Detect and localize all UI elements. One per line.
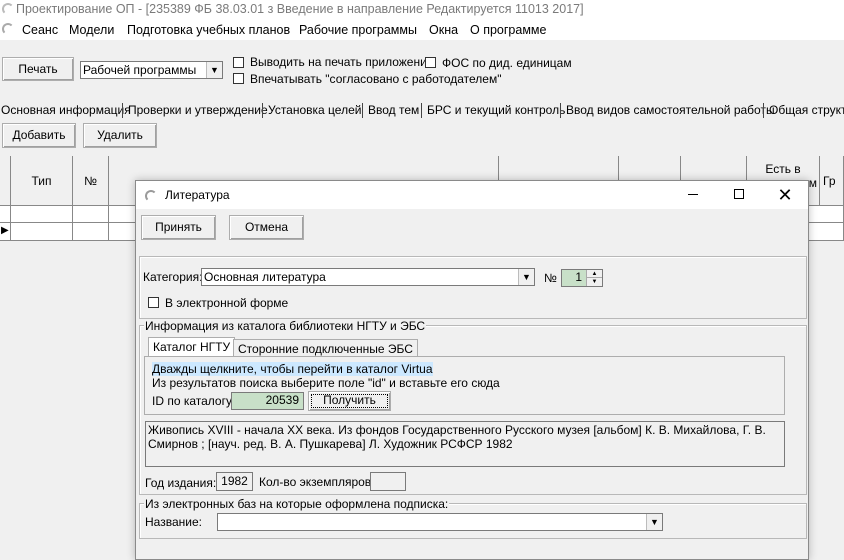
copies-input[interactable]: [370, 472, 406, 491]
electronic-label: В электронной форме: [165, 296, 289, 310]
id-hint: Из результатов поиска выберите поле "id"…: [152, 376, 500, 390]
tab-ngtu-catalog[interactable]: Каталог НГТУ: [148, 337, 236, 357]
year-input[interactable]: 1982: [216, 472, 253, 491]
app-title: Проектирование ОП - [235389 ФБ 38.03.01 …: [16, 2, 584, 16]
table-cell[interactable]: [11, 223, 73, 241]
app-title-bar: Проектирование ОП - [235389 ФБ 38.03.01 …: [0, 0, 844, 20]
chevron-down-icon[interactable]: ▼: [518, 269, 534, 285]
copies-label: Кол-во экземпляров: [259, 475, 372, 489]
electronic-checkbox[interactable]: [148, 297, 159, 308]
row-indicator[interactable]: [0, 206, 11, 223]
ebs-group-title: Из электронных баз на которые оформлена …: [144, 497, 450, 511]
agreed-label: Впечатывать "согласовано с работодателем…: [250, 72, 502, 86]
tab-main-info[interactable]: Основная информация: [1, 103, 131, 117]
num-stepper[interactable]: 1 ▲ ▼: [561, 269, 603, 287]
table-cell[interactable]: [73, 206, 109, 223]
dialog-title: Литература: [165, 188, 230, 202]
description-box[interactable]: Живопись XVIII - начала XX века. Из фонд…: [145, 421, 785, 467]
row-pointer-icon: ▶: [1, 225, 9, 236]
tab-goals[interactable]: Установка целей: [268, 103, 361, 117]
category-select[interactable]: Основная литература ▼: [201, 268, 535, 286]
chevron-down-icon[interactable]: ▼: [206, 62, 222, 78]
catalog-group-title: Информация из каталога библиотеки НГТУ и…: [144, 319, 427, 333]
tab-separator: [262, 103, 263, 118]
print-button[interactable]: Печать: [2, 57, 74, 81]
id-label: ID по каталогу: [152, 394, 232, 408]
get-button[interactable]: Получить: [308, 391, 391, 411]
menu-item-curriculum[interactable]: Подготовка учебных планов: [127, 23, 290, 37]
name-label: Название:: [145, 515, 202, 529]
tab-structure[interactable]: Общая структ: [769, 103, 844, 117]
num-label: №: [544, 271, 557, 285]
tab-checks[interactable]: Проверки и утверждение: [128, 103, 268, 117]
tab-separator: [421, 103, 422, 118]
ebs-name-select[interactable]: ▼: [217, 513, 663, 531]
maximize-icon[interactable]: [716, 181, 762, 209]
tab-separator: [763, 103, 764, 118]
virtua-link-hint[interactable]: Дважды щелкните, чтобы перейти в каталог…: [152, 362, 433, 376]
category-value: Основная литература: [204, 270, 326, 284]
tab-separator: [122, 103, 123, 118]
tab-topics[interactable]: Ввод тем: [368, 103, 419, 117]
print-appendix-label: Выводить на печать приложения: [250, 55, 434, 69]
tab-separator: [560, 103, 561, 118]
col-header-gr[interactable]: Гр: [820, 156, 844, 206]
fos-checkbox[interactable]: [425, 57, 436, 68]
spin-down-icon[interactable]: ▼: [586, 278, 602, 286]
menu-item-work-programs[interactable]: Рабочие программы: [299, 23, 417, 37]
current-row-indicator[interactable]: ▶: [0, 223, 11, 241]
chevron-down-icon[interactable]: ▼: [646, 514, 662, 530]
print-type-select[interactable]: Рабочей программы ▼: [80, 61, 223, 79]
delete-button[interactable]: Удалить: [83, 123, 157, 148]
minimize-icon[interactable]: [670, 181, 716, 209]
col-header-type[interactable]: Тип: [11, 156, 73, 206]
app-icon: [2, 3, 14, 15]
row-indicator-header: [0, 156, 11, 206]
cancel-button[interactable]: Отмена: [229, 215, 304, 240]
tab-brs[interactable]: БРС и текущий контроль: [427, 103, 565, 117]
tab-self-work[interactable]: Ввод видов самостоятельной работы: [566, 103, 775, 117]
menu-bar: Сеанс Модели Подготовка учебных планов Р…: [0, 20, 844, 40]
menu-item-about[interactable]: О программе: [470, 23, 546, 37]
tab-external-ebs[interactable]: Сторонние подключенные ЭБС: [233, 339, 418, 357]
id-input[interactable]: 20539: [231, 392, 304, 410]
tab-separator: [362, 103, 363, 118]
print-appendix-checkbox[interactable]: [233, 57, 244, 68]
fos-label: ФОС по дид. единицам: [442, 56, 572, 70]
col-header-in-ebs-line1: Есть в: [765, 162, 801, 176]
spin-up-icon[interactable]: ▲: [586, 270, 602, 278]
print-type-value: Рабочей программы: [83, 63, 197, 77]
close-icon[interactable]: ✕: [762, 181, 808, 209]
add-button[interactable]: Добавить: [2, 123, 76, 148]
col-header-num[interactable]: №: [73, 156, 109, 206]
dialog-app-icon: [145, 190, 157, 202]
year-label: Год издания:: [145, 476, 217, 490]
menu-item-session[interactable]: Сеанс: [22, 23, 58, 37]
table-cell[interactable]: [73, 223, 109, 241]
dialog-title-bar: Литература ✕: [136, 181, 808, 209]
menu-item-windows[interactable]: Окна: [429, 23, 458, 37]
table-cell[interactable]: [11, 206, 73, 223]
menu-item-models[interactable]: Модели: [69, 23, 114, 37]
accept-button[interactable]: Принять: [141, 215, 216, 240]
tab-strip: Основная информация Проверки и утвержден…: [0, 100, 844, 120]
literature-dialog: Литература ✕ Принять Отмена Категория: О…: [135, 180, 809, 560]
menu-app-icon: [2, 23, 14, 35]
category-label: Категория:: [143, 270, 203, 284]
agreed-checkbox[interactable]: [233, 73, 244, 84]
num-value: 1: [575, 270, 582, 284]
